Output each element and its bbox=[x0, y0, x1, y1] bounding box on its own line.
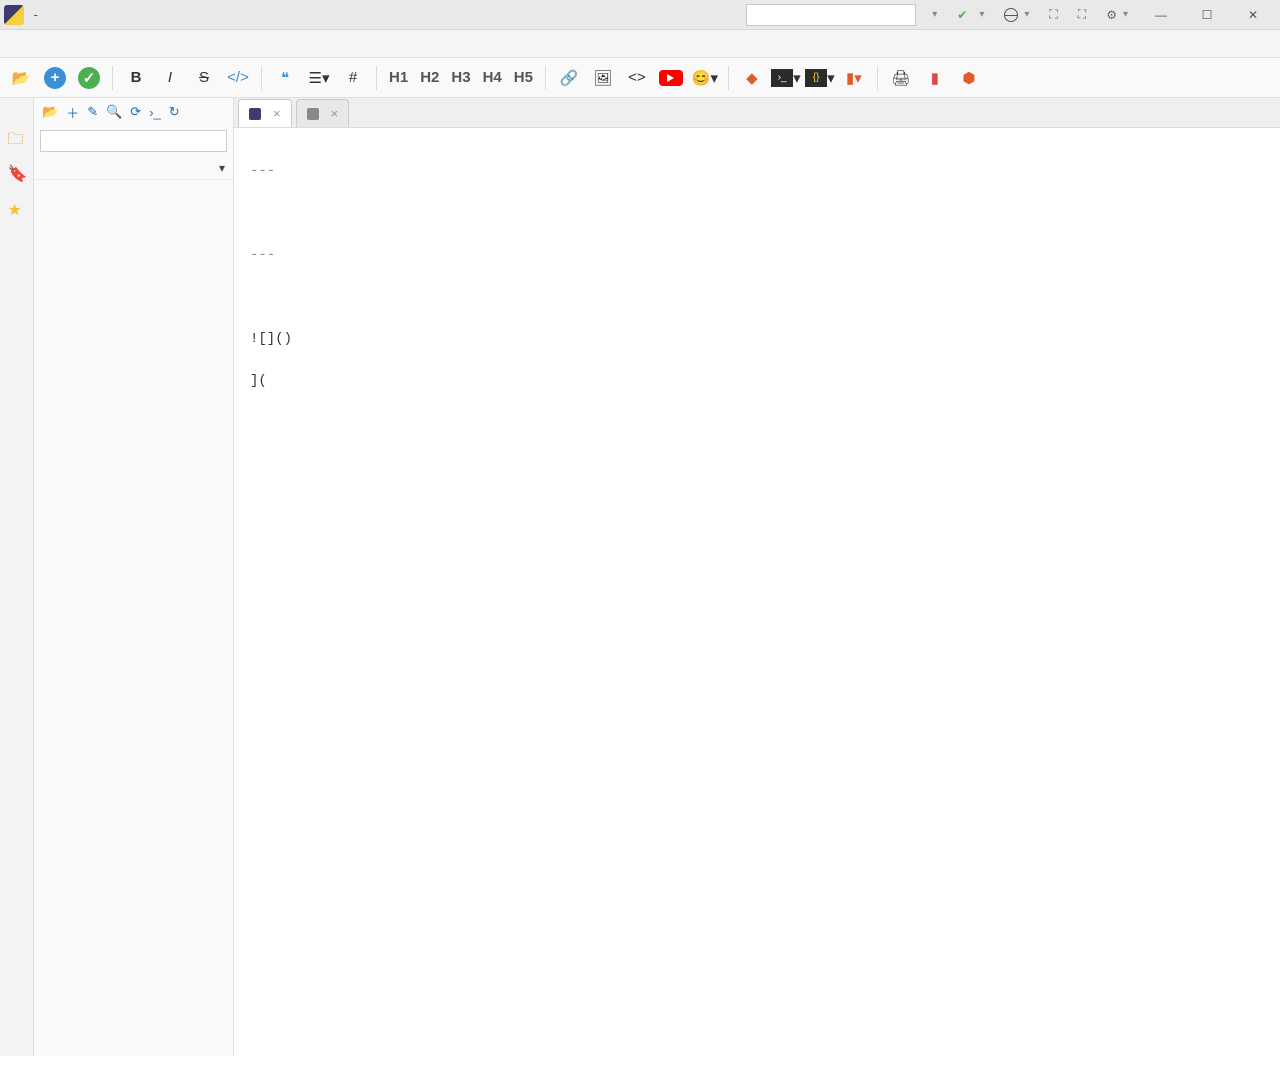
menu-tools[interactable] bbox=[64, 40, 84, 48]
window-title: - bbox=[30, 7, 42, 22]
new-button[interactable]: + bbox=[40, 63, 70, 93]
youtube-button[interactable] bbox=[656, 63, 686, 93]
command-search-input[interactable] bbox=[746, 4, 916, 26]
edit-icon[interactable]: ✎ bbox=[87, 104, 98, 120]
presentation-icon[interactable]: ⛶ bbox=[1068, 7, 1096, 22]
folder-open-icon[interactable]: 📂 bbox=[42, 104, 58, 120]
open-button[interactable]: 📂 bbox=[6, 63, 36, 93]
git-button[interactable]: ◆ bbox=[737, 63, 767, 93]
h2-button[interactable]: H2 bbox=[416, 69, 443, 86]
pdf-button[interactable]: ▮ bbox=[920, 63, 950, 93]
search-icon[interactable]: 🔍 bbox=[106, 104, 122, 120]
html5-button[interactable]: ⬢ bbox=[954, 63, 984, 93]
menu-window[interactable] bbox=[104, 40, 124, 48]
h5-button[interactable]: H5 bbox=[510, 69, 537, 86]
close-icon[interactable]: × bbox=[331, 106, 339, 121]
menubar bbox=[0, 30, 1280, 58]
menu-help[interactable] bbox=[124, 40, 144, 48]
refresh-icon[interactable]: ⟳ bbox=[130, 104, 141, 120]
app-icon bbox=[4, 5, 24, 25]
h1-button[interactable]: H1 bbox=[385, 69, 412, 86]
theme-selector[interactable]: ▾ bbox=[916, 9, 947, 20]
sync-icon[interactable]: ↻ bbox=[169, 104, 180, 120]
sidebar-toolbar: 📂 ＋ ✎ 🔍 ⟳ ›_ ↻ bbox=[34, 98, 233, 126]
minimize-button[interactable]: — bbox=[1138, 0, 1184, 30]
terminal1-button[interactable]: ›_▾ bbox=[771, 63, 801, 93]
terminal2-button[interactable]: {}▾ bbox=[805, 63, 835, 93]
file-list bbox=[34, 180, 233, 1056]
maximize-button[interactable]: ☐ bbox=[1184, 0, 1230, 30]
bookmark-icon[interactable]: 🔖 bbox=[8, 164, 26, 182]
close-button[interactable]: ✕ bbox=[1230, 0, 1276, 30]
strike-button[interactable]: S bbox=[189, 63, 219, 93]
save-button[interactable]: ✓ bbox=[74, 63, 104, 93]
tab-inactive[interactable]: × bbox=[296, 99, 350, 127]
close-icon[interactable]: × bbox=[273, 106, 281, 121]
language-selector[interactable]: ✔▾ bbox=[947, 8, 994, 22]
globe-icon[interactable]: ▾ bbox=[994, 8, 1039, 22]
menu-view[interactable] bbox=[84, 40, 104, 48]
codeblock-button[interactable]: <> bbox=[622, 63, 652, 93]
toolbar: 📂 + ✓ B I S </> ❝ ☰▾ # H1 H2 H3 H4 H5 🔗 … bbox=[0, 58, 1280, 98]
chevron-down-icon[interactable]: ▾ bbox=[219, 161, 225, 175]
sidebar-path[interactable]: ▾ bbox=[34, 156, 233, 180]
files-icon[interactable]: 🗀 bbox=[8, 128, 26, 146]
editor-area[interactable]: --- --- ![]() ]( bbox=[234, 128, 1280, 1056]
settings-icon[interactable]: ⚙▾ bbox=[1096, 8, 1138, 22]
distraction-free-icon[interactable]: ⛶ bbox=[1039, 7, 1067, 22]
list-button[interactable]: ☰▾ bbox=[304, 63, 334, 93]
tabstrip: × × bbox=[234, 98, 1280, 128]
link-button[interactable]: 🔗 bbox=[554, 63, 584, 93]
h3-button[interactable]: H3 bbox=[447, 69, 474, 86]
tab-active[interactable]: × bbox=[238, 99, 292, 127]
star-icon[interactable]: ★ bbox=[8, 200, 26, 218]
menu-weblog[interactable] bbox=[44, 40, 64, 48]
print-button[interactable]: 🖨 bbox=[886, 63, 916, 93]
h4-button[interactable]: H4 bbox=[479, 69, 506, 86]
code-inline-button[interactable]: </> bbox=[223, 63, 253, 93]
bold-button[interactable]: B bbox=[121, 63, 151, 93]
quote-button[interactable]: ❝ bbox=[270, 63, 300, 93]
left-rail: 🗀 🔖 ★ bbox=[0, 98, 34, 1056]
file-search-input[interactable] bbox=[40, 130, 227, 152]
titlebar: - ▾ ✔▾ ▾ ⛶ ⛶ ⚙▾ — ☐ ✕ bbox=[0, 0, 1280, 30]
hash-button[interactable]: # bbox=[338, 63, 368, 93]
rss-button[interactable]: ▮▾ bbox=[839, 63, 869, 93]
sidebar: 📂 ＋ ✎ 🔍 ⟳ ›_ ↻ ▾ bbox=[34, 98, 234, 1056]
menu-file[interactable] bbox=[4, 40, 24, 48]
add-file-icon[interactable]: ＋ bbox=[66, 103, 79, 122]
terminal-icon[interactable]: ›_ bbox=[149, 105, 161, 120]
image-button[interactable]: 🖼 bbox=[588, 63, 618, 93]
emoji-button[interactable]: 😊▾ bbox=[690, 63, 720, 93]
menu-edit[interactable] bbox=[24, 40, 44, 48]
italic-button[interactable]: I bbox=[155, 63, 185, 93]
